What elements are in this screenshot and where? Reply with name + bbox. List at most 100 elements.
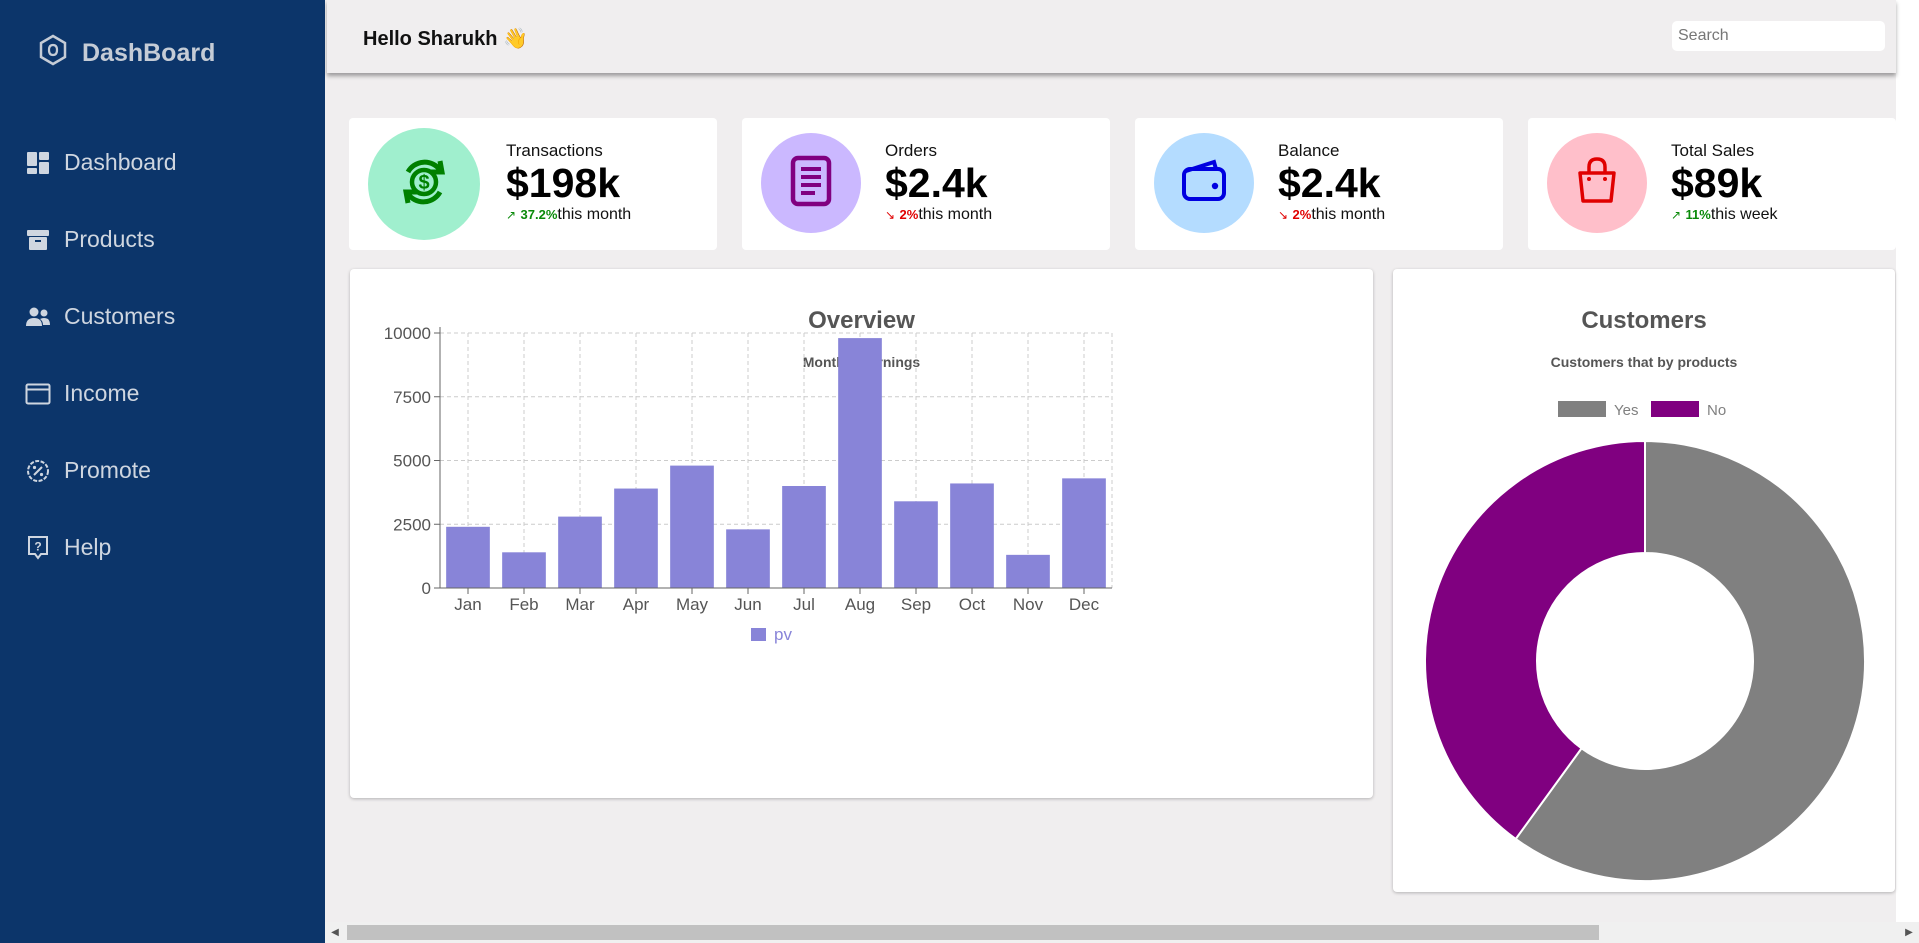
card-change: ↘ 2%this month xyxy=(885,206,992,224)
trend-down-icon: ↘ xyxy=(1278,208,1289,222)
bar xyxy=(446,526,490,588)
y-tick-label: 10000 xyxy=(384,324,431,343)
sidebar-item-help[interactable]: ? Help xyxy=(24,509,177,586)
card-change-percent: 11% xyxy=(1685,207,1711,222)
bar xyxy=(726,529,770,588)
overview-panel: Overview Monthly Earnings 0 2500 5000 7500 1… xyxy=(350,269,1373,798)
card-change-percent: 2% xyxy=(899,207,919,222)
sidebar-item-customers[interactable]: Customers xyxy=(24,278,177,355)
scroll-left-arrow-icon[interactable]: ◀ xyxy=(325,922,345,943)
legend-swatch xyxy=(1558,401,1606,417)
svg-text:?: ? xyxy=(34,539,41,553)
bar xyxy=(1062,478,1106,588)
sidebar-item-products[interactable]: Products xyxy=(24,201,177,278)
legend-label: No xyxy=(1707,402,1726,419)
sidebar-item-label: Help xyxy=(64,534,112,560)
dollar-cycle-icon: $ xyxy=(396,154,452,215)
card-value: $2.4k xyxy=(1278,160,1381,206)
sidebar-item-label: Income xyxy=(64,380,140,406)
bar xyxy=(838,338,882,588)
trend-up-icon: ↗ xyxy=(506,208,517,222)
card-change-period: this month xyxy=(918,206,993,223)
x-tick-label: Aug xyxy=(845,595,875,614)
y-tick-label: 7500 xyxy=(393,388,431,407)
scrollbar-thumb[interactable] xyxy=(347,925,1599,940)
card-change-percent: 37.2% xyxy=(520,207,558,222)
card-change-period: this month xyxy=(1311,206,1386,223)
sidebar-item-label: Customers xyxy=(64,303,176,329)
help-icon: ? xyxy=(24,534,52,562)
x-tick-label: Mar xyxy=(565,595,595,614)
card-change-period: this month xyxy=(557,206,632,223)
card-icon-circle xyxy=(1154,133,1254,233)
legend-swatch xyxy=(1651,401,1699,417)
x-tick-label: Apr xyxy=(623,595,650,614)
card-orders: Orders $2.4k ↘ 2%this month xyxy=(742,118,1110,250)
top-bar: Hello Sharukh 👋 xyxy=(327,0,1896,73)
card-change-period: this week xyxy=(1710,206,1778,223)
brand[interactable]: DashBoard xyxy=(38,34,215,73)
bar xyxy=(558,516,602,588)
card-label: Transactions xyxy=(506,141,603,160)
y-tick-label: 5000 xyxy=(393,452,431,471)
window-icon xyxy=(24,380,52,408)
brand-name: DashBoard xyxy=(82,39,216,67)
bar xyxy=(894,501,938,588)
card-label: Total Sales xyxy=(1671,141,1755,160)
sidebar-item-label: Products xyxy=(64,226,155,252)
legend-label: pv xyxy=(774,625,792,644)
x-tick-label: Dec xyxy=(1069,595,1100,614)
y-tick-label: 2500 xyxy=(393,515,431,534)
card-change: ↘ 2%this month xyxy=(1278,206,1385,224)
card-balance: Balance $2.4k ↘ 2%this month xyxy=(1135,118,1503,250)
archive-icon xyxy=(24,226,52,254)
shopping-bag-icon xyxy=(1573,155,1621,212)
x-tick-label: Oct xyxy=(959,595,986,614)
bar xyxy=(670,465,714,588)
document-icon xyxy=(787,155,835,212)
bar xyxy=(502,552,546,588)
sidebar-nav: Dashboard Products Customers Income Prom… xyxy=(24,124,177,586)
trend-down-icon: ↘ xyxy=(885,208,896,222)
card-icon-circle xyxy=(1547,133,1647,233)
card-icon-circle: $ xyxy=(368,128,480,240)
x-tick-label: Feb xyxy=(509,595,538,614)
horizontal-scrollbar[interactable]: ◀ ▶ xyxy=(325,922,1919,943)
card-change: ↗ 37.2%this month xyxy=(506,206,631,224)
svg-text:$: $ xyxy=(418,172,429,194)
sidebar-item-income[interactable]: Income xyxy=(24,355,177,432)
x-tick-label: Jul xyxy=(793,595,815,614)
card-label: Orders xyxy=(885,141,937,160)
x-tick-label: Sep xyxy=(901,595,931,614)
x-tick-label: Jun xyxy=(734,595,761,614)
dashboard-icon xyxy=(24,149,52,177)
wallet-icon xyxy=(1180,158,1228,208)
card-value: $89k xyxy=(1671,160,1763,206)
x-tick-label: Jan xyxy=(454,595,481,614)
bar xyxy=(1006,554,1050,588)
bar xyxy=(614,488,658,588)
sidebar-item-dashboard[interactable]: Dashboard xyxy=(24,124,177,201)
customers-donut-chart: Yes No xyxy=(1424,401,1866,882)
x-tick-label: May xyxy=(676,595,709,614)
scroll-right-arrow-icon[interactable]: ▶ xyxy=(1899,922,1919,943)
card-change: ↗ 11%this week xyxy=(1671,206,1778,224)
customers-panel: Customers Customers that by products Yes… xyxy=(1393,269,1895,892)
users-icon xyxy=(24,303,52,331)
card-value: $2.4k xyxy=(885,160,988,206)
card-transactions: $ Transactions $198k ↗ 37.2%this month xyxy=(349,118,717,250)
search-input[interactable] xyxy=(1672,21,1885,51)
sidebar-item-label: Dashboard xyxy=(64,149,177,175)
x-tick-label: Nov xyxy=(1013,595,1044,614)
sidebar-item-label: Promote xyxy=(64,457,151,483)
card-icon-circle xyxy=(761,133,861,233)
card-value: $198k xyxy=(506,160,621,206)
card-change-percent: 2% xyxy=(1292,207,1312,222)
overview-bar-chart: 0 2500 5000 7500 10000 Jan Feb Mar Apr May Jun Jul A… xyxy=(384,324,1113,644)
trend-up-icon: ↗ xyxy=(1671,208,1682,222)
bar xyxy=(950,483,994,588)
main-content: Hello Sharukh 👋 $ Transactions $198k ↗ 3… xyxy=(325,0,1896,943)
legend-label: Yes xyxy=(1614,402,1638,419)
sidebar-item-promote[interactable]: Promote xyxy=(24,432,177,509)
legend-swatch xyxy=(751,628,766,641)
